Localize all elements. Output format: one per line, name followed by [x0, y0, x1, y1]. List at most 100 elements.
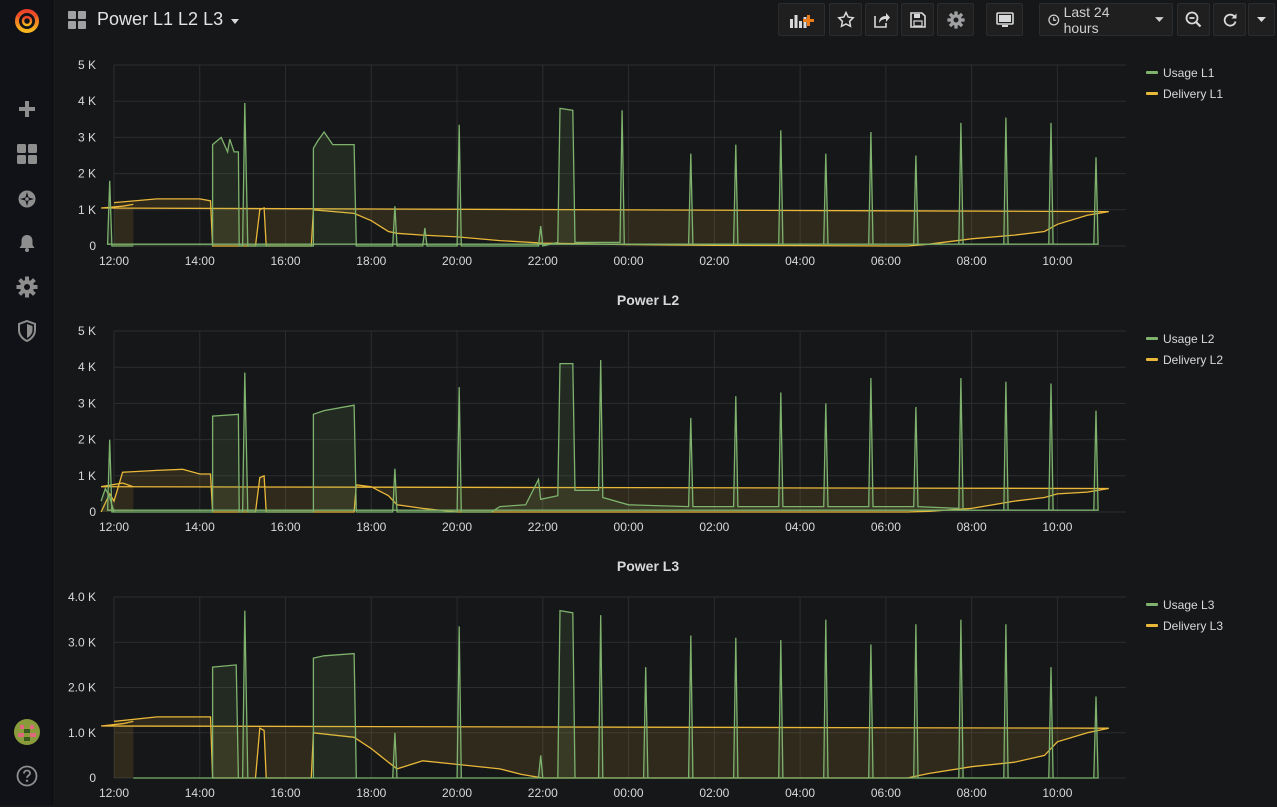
- time-range-label: Last 24 hours: [1063, 3, 1110, 36]
- legend-swatch: [1146, 337, 1158, 340]
- legend-label: Usage L3: [1163, 597, 1215, 612]
- server-admin-shield-icon[interactable]: [0, 311, 53, 351]
- dashboard-title[interactable]: Power L1 L2 L3: [97, 9, 223, 30]
- legend-item-usage-l2[interactable]: Usage L2: [1146, 328, 1223, 349]
- refresh-icon: [1223, 13, 1236, 27]
- grafana-logo-icon[interactable]: [0, 0, 53, 42]
- y-tick-label: 1 K: [78, 203, 96, 217]
- refresh-interval-dropdown[interactable]: [1248, 3, 1275, 36]
- series-area: [101, 198, 1109, 246]
- dashboard-settings-button[interactable]: [937, 3, 974, 36]
- x-tick-label: 00:00: [614, 254, 644, 268]
- x-tick-label: 14:00: [185, 786, 215, 800]
- y-tick-label: 2 K: [78, 433, 96, 447]
- legend-item-usage-l3[interactable]: Usage L3: [1146, 594, 1223, 615]
- star-dashboard-button[interactable]: [829, 3, 862, 36]
- y-tick-label: 0: [89, 239, 96, 253]
- y-tick-label: 1.0 K: [68, 726, 96, 740]
- user-avatar[interactable]: [0, 712, 53, 752]
- y-tick-label: 3 K: [78, 396, 96, 410]
- x-tick-label: 06:00: [871, 520, 901, 534]
- x-tick-label: 06:00: [871, 254, 901, 268]
- x-tick-label: 12:00: [99, 254, 129, 268]
- help-icon[interactable]: [0, 756, 53, 796]
- x-tick-label: 02:00: [699, 520, 729, 534]
- legend-swatch: [1146, 624, 1158, 627]
- x-tick-label: 22:00: [528, 254, 558, 268]
- legend-l3: Usage L3 Delivery L3: [1146, 594, 1223, 636]
- panel-title-l3[interactable]: Power L3: [60, 558, 1236, 574]
- legend-swatch: [1146, 92, 1158, 95]
- explore-compass-icon[interactable]: [0, 179, 53, 219]
- legend-swatch: [1146, 71, 1158, 74]
- clock-icon: [1048, 14, 1060, 25]
- x-tick-label: 16:00: [271, 254, 301, 268]
- y-tick-label: 0: [89, 771, 96, 785]
- alerting-bell-icon[interactable]: [0, 223, 53, 263]
- graph-l1[interactable]: 0 1 K 2 K 3 K 4 K 5 K 12:00 14:00 16:00 18:00 20:0…: [60, 50, 1142, 275]
- caret-down-icon: [1155, 17, 1164, 22]
- settings-gear-icon: [946, 10, 965, 29]
- legend-label: Usage L1: [1163, 65, 1215, 80]
- x-tick-label: 14:00: [185, 520, 215, 534]
- save-dashboard-button[interactable]: [901, 3, 934, 36]
- legend-item-delivery-l1[interactable]: Delivery L1: [1146, 83, 1223, 104]
- x-tick-label: 18:00: [356, 786, 386, 800]
- x-tick-label: 08:00: [957, 786, 987, 800]
- legend-label: Delivery L2: [1163, 352, 1224, 367]
- graph-panel-l1: 0 1 K 2 K 3 K 4 K 5 K 12:00 14:00 16:00 18:00 20:0…: [60, 50, 1274, 280]
- add-panel-button[interactable]: [778, 3, 825, 36]
- plus-icon[interactable]: [0, 89, 53, 129]
- zoom-out-button[interactable]: [1177, 3, 1210, 36]
- legend-label: Delivery L3: [1163, 618, 1224, 633]
- dashboard-navbar: Power L1 L2 L3 Last 24 hours: [53, 0, 1277, 44]
- x-tick-label: 02:00: [699, 786, 729, 800]
- y-tick-label: 1 K: [78, 469, 96, 483]
- legend-label: Usage L2: [1163, 331, 1215, 346]
- y-tick-label: 2.0 K: [68, 681, 96, 695]
- x-tick-label: 04:00: [785, 254, 815, 268]
- view-mode-button[interactable]: [986, 3, 1023, 36]
- panel-title-l2[interactable]: Power L2: [60, 292, 1236, 308]
- legend-label: Delivery L1: [1163, 86, 1224, 101]
- caret-down-icon: [1257, 17, 1266, 22]
- y-tick-label: 5 K: [78, 58, 96, 72]
- refresh-button[interactable]: [1213, 3, 1246, 36]
- legend-l2: Usage L2 Delivery L2: [1146, 328, 1223, 370]
- x-tick-label: 02:00: [699, 254, 729, 268]
- x-tick-label: 04:00: [785, 520, 815, 534]
- legend-swatch: [1146, 603, 1158, 606]
- x-tick-label: 12:00: [99, 520, 129, 534]
- x-tick-label: 10:00: [1042, 520, 1072, 534]
- dashboard-grid-icon: [68, 10, 86, 29]
- configuration-gear-icon[interactable]: [0, 267, 53, 307]
- x-tick-label: 18:00: [356, 254, 386, 268]
- x-tick-label: 20:00: [442, 786, 472, 800]
- caret-down-icon: [231, 19, 240, 24]
- y-tick-label: 5 K: [78, 324, 96, 338]
- y-tick-label: 4 K: [78, 94, 96, 108]
- dashboard-title-picker[interactable]: Power L1 L2 L3: [67, 9, 240, 30]
- graph-l3[interactable]: 0 1.0 K 2.0 K 3.0 K 4.0 K 12:00 14:00 16:00 18:0…: [60, 582, 1142, 807]
- star-icon: [836, 10, 855, 28]
- x-tick-label: 12:00: [99, 786, 129, 800]
- x-tick-label: 06:00: [871, 786, 901, 800]
- graph-panel-l3: Power L3 0 1.0 K 2.0 K 3.0 K 4.0 K 12:00 14:00…: [60, 556, 1274, 805]
- y-tick-label: 0: [89, 505, 96, 519]
- side-menu: [0, 0, 53, 805]
- graph-l2[interactable]: 0 1 K 2 K 3 K 4 K 5 K 12:00 14:00 16:00 18:00 20:0…: [60, 316, 1142, 541]
- y-tick-label: 4 K: [78, 360, 96, 374]
- legend-item-delivery-l2[interactable]: Delivery L2: [1146, 349, 1223, 370]
- y-tick-label: 2 K: [78, 167, 96, 181]
- time-range-picker[interactable]: Last 24 hours: [1039, 3, 1173, 36]
- x-tick-label: 08:00: [957, 520, 987, 534]
- dashboards-icon[interactable]: [0, 134, 53, 174]
- legend-item-usage-l1[interactable]: Usage L1: [1146, 62, 1223, 83]
- y-tick-label: 4.0 K: [68, 590, 96, 604]
- x-tick-label: 22:00: [528, 786, 558, 800]
- legend-item-delivery-l3[interactable]: Delivery L3: [1146, 615, 1223, 636]
- x-tick-label: 08:00: [957, 254, 987, 268]
- share-icon: [873, 12, 890, 28]
- share-dashboard-button[interactable]: [865, 3, 898, 36]
- x-tick-label: 14:00: [185, 254, 215, 268]
